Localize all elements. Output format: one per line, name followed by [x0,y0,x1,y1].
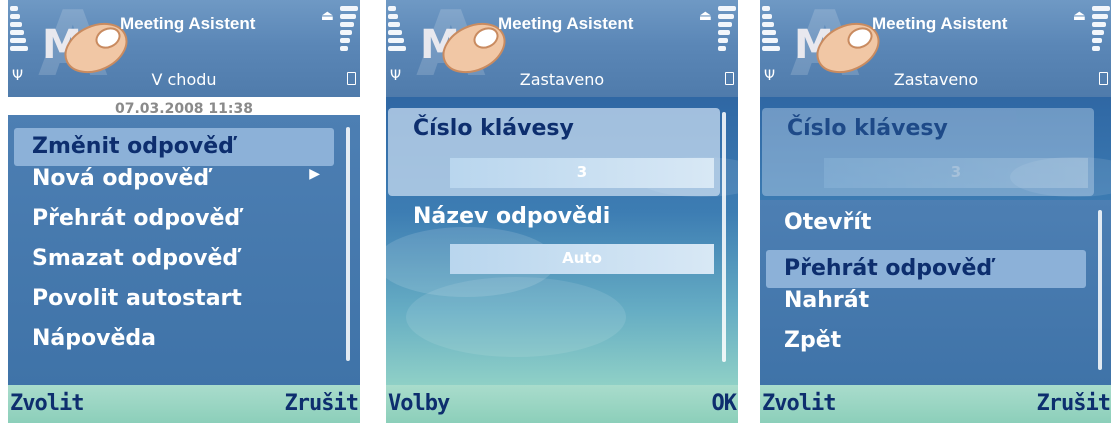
menu-item-prehrat-odpoved[interactable]: Přehrát odpověď [766,250,1086,288]
upload-arrow-icon: ⏏ [320,8,334,24]
menu-item-smazat-odpoved[interactable]: Smazat odpověď [14,246,334,286]
menu-item-zmenit-odpoved[interactable]: Změnit odpověď [14,128,334,166]
status-bar: A M ⏏ Meeting Asistent Ψ Zastaveno [386,0,738,97]
softkey-bar: Zvolit Zrušit [8,385,360,423]
battery-icon [725,72,734,85]
phone-screen-settings: A M ⏏ Meeting Asistent Ψ Zastaveno Číslo… [386,0,738,423]
setting-nazev-odpovedi[interactable]: Název odpovědi Auto [388,196,720,284]
app-title: Meeting Asistent [120,14,256,33]
signal-strength-icon [10,6,28,54]
setting-value-field: 3 [824,158,1088,188]
softkey-bar: Volby OK [386,385,738,423]
setting-label: Název odpovědi [413,204,611,229]
menu-item-label: Nová odpověď [32,166,210,191]
phone-screen-settings-options: A M ⏏ Meeting Asistent Ψ Zastaveno Číslo… [760,0,1111,423]
status-bar: A M ⏏ Meeting Asistent Ψ Zastaveno [760,0,1111,97]
setting-cislo-klavesy[interactable]: Číslo klávesy 3 [388,108,720,196]
softkey-left[interactable]: Zvolit [762,391,836,416]
softkey-right[interactable]: OK [712,391,737,416]
menu-item-label: Nahrát [784,288,870,313]
app-title: Meeting Asistent [498,14,634,33]
menu-item-label: Otevřít [784,210,872,235]
battery-level-icon [718,6,736,54]
setting-label: Číslo klávesy [413,116,574,141]
status-text: Zastaveno [519,70,605,89]
menu-item-label: Zpět [784,328,842,353]
menu-item-nova-odpoved[interactable]: Nová odpověď ▶ [14,166,334,206]
battery-level-icon [1092,6,1110,54]
status-text: Zastaveno [893,70,979,89]
softkey-left[interactable]: Zvolit [10,391,84,416]
menu-item-label: Povolit autostart [32,286,242,311]
battery-icon [1099,72,1108,85]
menu-item-otevrit[interactable]: Otevřít [766,210,1086,250]
setting-value-field[interactable]: 3 [450,158,714,188]
setting-value: Auto [562,249,602,267]
scrollbar[interactable] [346,127,350,361]
menu-item-label: Přehrát odpověď [784,256,993,281]
softkey-bar: Zvolit Zrušit [760,385,1111,423]
battery-level-icon [340,6,358,54]
submenu-arrow-icon: ▶ [309,166,320,182]
scrollbar[interactable] [722,112,726,362]
setting-cislo-klavesy: Číslo klávesy 3 [762,108,1094,196]
menu-item-label: Smazat odpověď [32,246,239,271]
menu-item-napoveda[interactable]: Nápověda [14,326,334,366]
softkey-right[interactable]: Zrušit [1037,391,1111,416]
signal-strength-icon [762,6,780,54]
battery-icon [347,72,356,85]
softkey-right[interactable]: Zrušit [285,391,359,416]
menu-item-label: Nápověda [32,326,156,351]
status-text: V chodu [151,70,217,89]
menu-item-nahrat[interactable]: Nahrát [766,288,1086,328]
setting-value: 3 [950,163,962,181]
menu-item-povolit-autostart[interactable]: Povolit autostart [14,286,334,326]
scrollbar[interactable] [1098,210,1102,370]
date-time: 07.03.2008 11:38 [114,101,253,113]
phone-screen-main-menu: A M ⏏ Meeting Asistent Ψ V chodu 07.03.2… [8,0,360,423]
setting-label: Číslo klávesy [787,116,948,141]
menu-item-label: Změnit odpověď [32,134,234,159]
menu-list: Změnit odpověď Nová odpověď ▶ Přehrát odp… [14,128,334,366]
signal-strength-icon [388,6,406,54]
setting-value: 3 [576,163,588,181]
upload-arrow-icon: ⏏ [1072,8,1086,24]
menu-list: Otevřít Přehrát odpověď Nahrát Zpět [766,210,1086,368]
options-menu-popup: Změnit odpověď Nová odpověď ▶ Přehrát odp… [8,115,360,385]
background-decoration [406,277,626,357]
upload-arrow-icon: ⏏ [698,8,712,24]
softkey-left[interactable]: Volby [388,391,450,416]
setting-value-field[interactable]: Auto [450,244,714,274]
options-menu-popup: Otevřít Přehrát odpověď Nahrát Zpět [760,200,1111,385]
menu-item-label: Přehrát odpověď [32,206,241,231]
status-bar: A M ⏏ Meeting Asistent Ψ V chodu [8,0,360,97]
app-title: Meeting Asistent [872,14,1008,33]
menu-item-prehrat-odpoved[interactable]: Přehrát odpověď [14,206,334,246]
menu-item-zpet[interactable]: Zpět [766,328,1086,368]
